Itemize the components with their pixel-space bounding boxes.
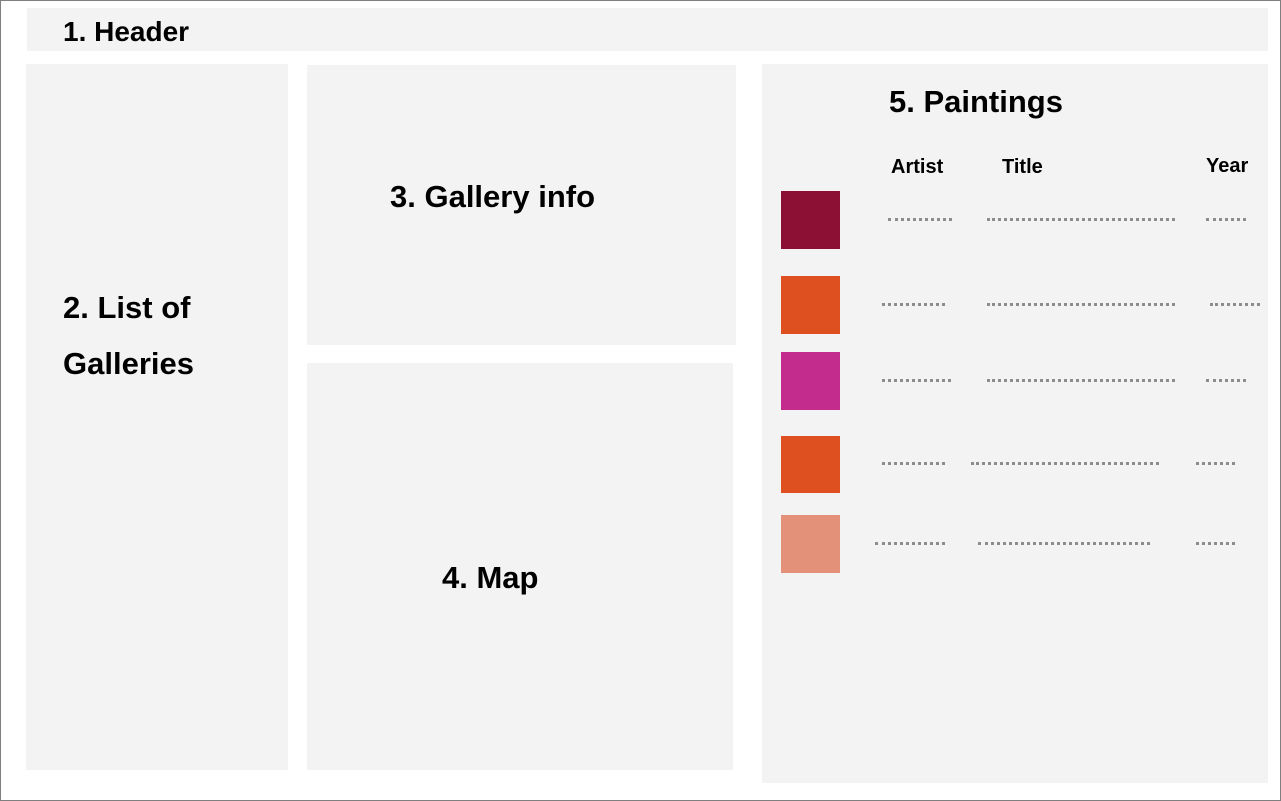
year-placeholder — [1196, 542, 1235, 545]
column-header-year: Year — [1206, 155, 1249, 177]
artist-placeholder — [882, 462, 945, 465]
gallery-info-panel: 3. Gallery info — [307, 65, 736, 345]
title-placeholder — [978, 542, 1150, 545]
galleries-list-panel: 2. List of Galleries — [26, 64, 288, 770]
year-placeholder — [1206, 218, 1246, 221]
galleries-list-label: 2. List of Galleries — [63, 290, 194, 381]
painting-row — [762, 191, 1268, 251]
map-panel: 4. Map — [307, 363, 733, 770]
painting-swatch — [781, 191, 840, 249]
artist-placeholder — [875, 542, 945, 545]
artist-placeholder — [882, 303, 945, 306]
painting-row — [762, 515, 1268, 575]
painting-row — [762, 436, 1268, 496]
column-header-title: Title — [1002, 156, 1043, 178]
gallery-info-label: 3. Gallery info — [390, 179, 596, 214]
paintings-panel: 5. Paintings Artist Title Year — [762, 64, 1268, 783]
header-label: 1. Header — [63, 16, 190, 47]
painting-swatch — [781, 352, 840, 410]
column-header-artist: Artist — [891, 156, 944, 178]
artist-placeholder — [882, 379, 951, 382]
header-panel: 1. Header — [27, 8, 1268, 51]
painting-swatch — [781, 436, 840, 493]
painting-row — [762, 352, 1268, 412]
artist-placeholder — [888, 218, 952, 221]
year-placeholder — [1206, 379, 1246, 382]
title-placeholder — [987, 303, 1175, 306]
title-placeholder — [971, 462, 1159, 465]
year-placeholder — [1196, 462, 1235, 465]
title-placeholder — [987, 379, 1175, 382]
paintings-label: 5. Paintings — [889, 84, 1063, 119]
map-label: 4. Map — [442, 560, 539, 595]
painting-row — [762, 276, 1268, 336]
title-placeholder — [987, 218, 1175, 221]
year-placeholder — [1210, 303, 1260, 306]
painting-swatch — [781, 276, 840, 334]
painting-swatch — [781, 515, 840, 573]
